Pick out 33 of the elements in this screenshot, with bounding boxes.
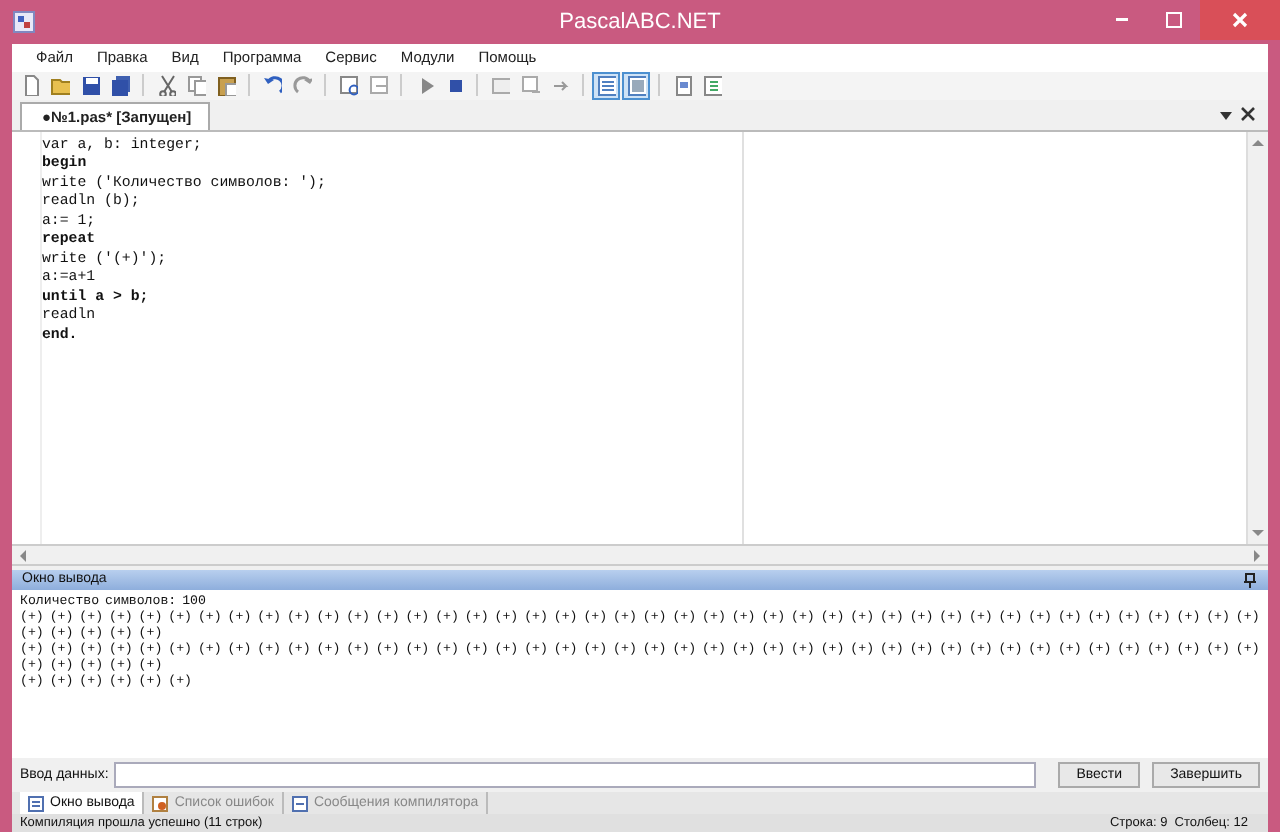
up-arrow-icon [1250,135,1266,150]
toolbar-button[interactable] [106,71,134,99]
toolbar-button[interactable] [334,71,362,99]
horizontal-scrollbar[interactable] [12,546,1268,566]
toolbar-button[interactable] [212,71,240,99]
input-field[interactable] [114,762,1037,789]
close-button[interactable] [1200,0,1280,40]
output-window-icon [28,795,44,812]
stop-icon [444,74,464,96]
undo-icon [262,74,282,96]
toolbar-button[interactable] [622,71,650,99]
error-list-icon [152,795,169,812]
window-title: PascalABC.NET [559,10,721,34]
vertical-scrollbar[interactable] [1246,131,1268,545]
left-arrow-icon [16,547,30,564]
redo-icon [292,74,312,96]
save-all-icon [110,74,130,96]
minimize-icon [1116,18,1128,22]
pin-icon [1242,571,1258,588]
right-arrow-icon [1250,547,1264,564]
panel-icon [626,74,646,96]
maximize-icon [1164,10,1184,30]
toolbar-button[interactable] [698,71,726,99]
cut-icon [156,74,176,96]
close-icon [1230,10,1250,30]
down-arrow-icon [1250,526,1266,541]
app-logo-icon [12,10,36,34]
close-icon [1240,105,1256,121]
messages-icon [291,795,308,812]
panel-icon [596,74,616,96]
toolbar-button[interactable] [592,71,620,99]
toolbar-button[interactable] [258,71,286,99]
open-folder-icon [50,74,70,96]
